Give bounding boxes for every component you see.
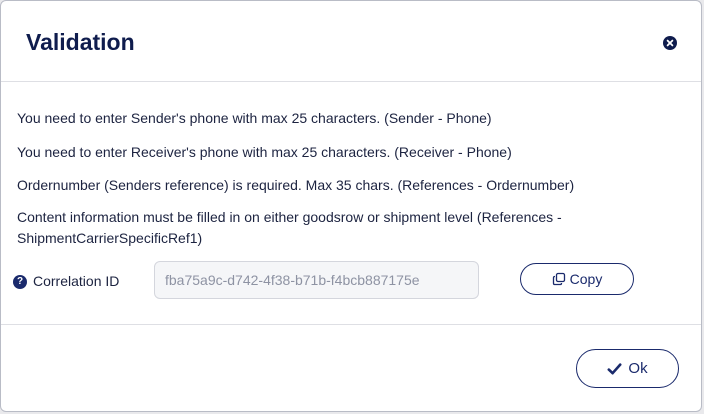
- close-icon: [666, 39, 674, 47]
- copy-button-label: Copy: [569, 271, 603, 287]
- close-button[interactable]: [663, 36, 677, 50]
- validation-message: You need to enter Sender's phone with ma…: [17, 110, 492, 126]
- dialog-header: Validation: [1, 1, 701, 82]
- correlation-id-field[interactable]: [154, 261, 479, 299]
- question-icon[interactable]: ?: [13, 275, 27, 289]
- copy-button[interactable]: Copy: [520, 263, 634, 295]
- dialog-body: You need to enter Sender's phone with ma…: [1, 82, 701, 325]
- correlation-id-label: Correlation ID: [33, 273, 120, 289]
- copy-icon: [552, 272, 565, 286]
- validation-dialog: Validation You need to enter Sender's ph…: [0, 0, 702, 412]
- dialog-title: Validation: [26, 29, 135, 55]
- ok-button-label: Ok: [628, 360, 648, 377]
- validation-message: Content information must be filled in on…: [17, 209, 562, 246]
- validation-message: You need to enter Receiver's phone with …: [17, 144, 512, 160]
- checkmark-icon: [607, 362, 622, 374]
- validation-message: Ordernumber (Senders reference) is requi…: [17, 177, 575, 193]
- ok-button[interactable]: Ok: [576, 349, 679, 388]
